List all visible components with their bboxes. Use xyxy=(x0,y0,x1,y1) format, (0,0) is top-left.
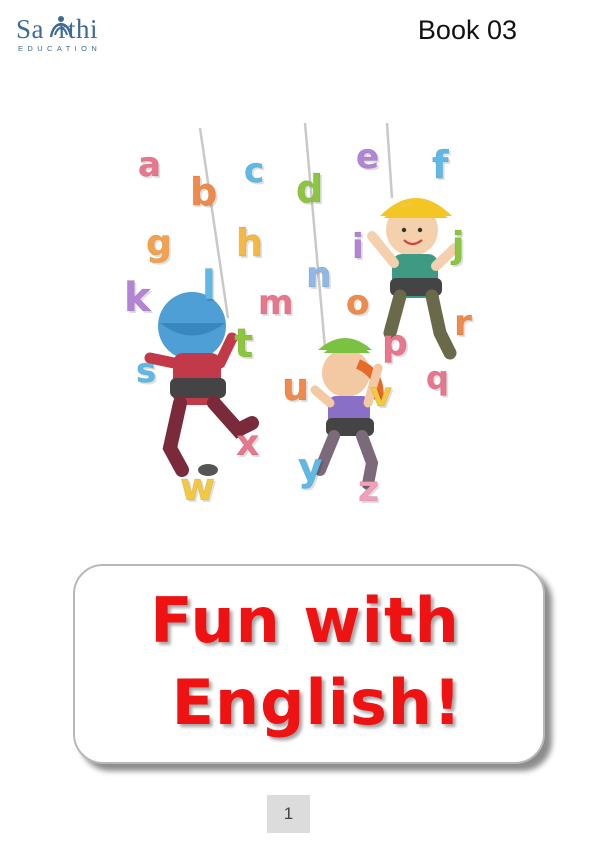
rope xyxy=(303,122,327,349)
letter-t: t xyxy=(233,321,254,367)
letter-s: s xyxy=(135,351,157,391)
letter-b: b xyxy=(189,170,218,214)
title-line-1: Fun with xyxy=(150,584,460,657)
letter-x: x xyxy=(235,423,260,464)
letter-f: f xyxy=(432,143,450,187)
title-line-2: English! xyxy=(171,666,463,739)
letter-d: d xyxy=(295,167,324,211)
letter-p: p xyxy=(382,323,409,364)
sarthi-logo: Sa rthi EDUCATION xyxy=(16,14,116,54)
letter-h: h xyxy=(235,221,264,265)
letter-r: r xyxy=(454,303,473,344)
letter-w: w xyxy=(179,465,216,509)
letter-o: o xyxy=(345,283,370,323)
letter-l: l xyxy=(202,263,217,309)
letter-j: j xyxy=(451,225,465,266)
letter-k: k xyxy=(124,275,152,321)
letter-y: y xyxy=(298,445,324,489)
letter-c: c xyxy=(243,151,265,191)
book-label: Book 03 xyxy=(417,15,517,45)
letter-a: a xyxy=(138,145,162,185)
rope xyxy=(385,122,394,199)
letter-e: e xyxy=(355,137,380,177)
letter-q: q xyxy=(426,359,450,397)
letter-u: u xyxy=(281,365,310,409)
letter-g: g xyxy=(146,223,173,264)
page-number: 1 xyxy=(267,795,310,833)
logo-person-icon xyxy=(49,16,73,38)
title-card: Fun with English! xyxy=(73,564,545,764)
alphabet-climbing-illustration: abcde f g h i j k lmnopqr s tu v wxyz xyxy=(110,118,500,528)
letter-n: n xyxy=(306,255,333,296)
letter-z: z xyxy=(358,469,380,510)
logo-tagline: EDUCATION xyxy=(18,44,102,53)
letter-i: i xyxy=(352,227,365,267)
letter-m: m xyxy=(257,283,294,323)
letter-v: v xyxy=(369,375,393,415)
